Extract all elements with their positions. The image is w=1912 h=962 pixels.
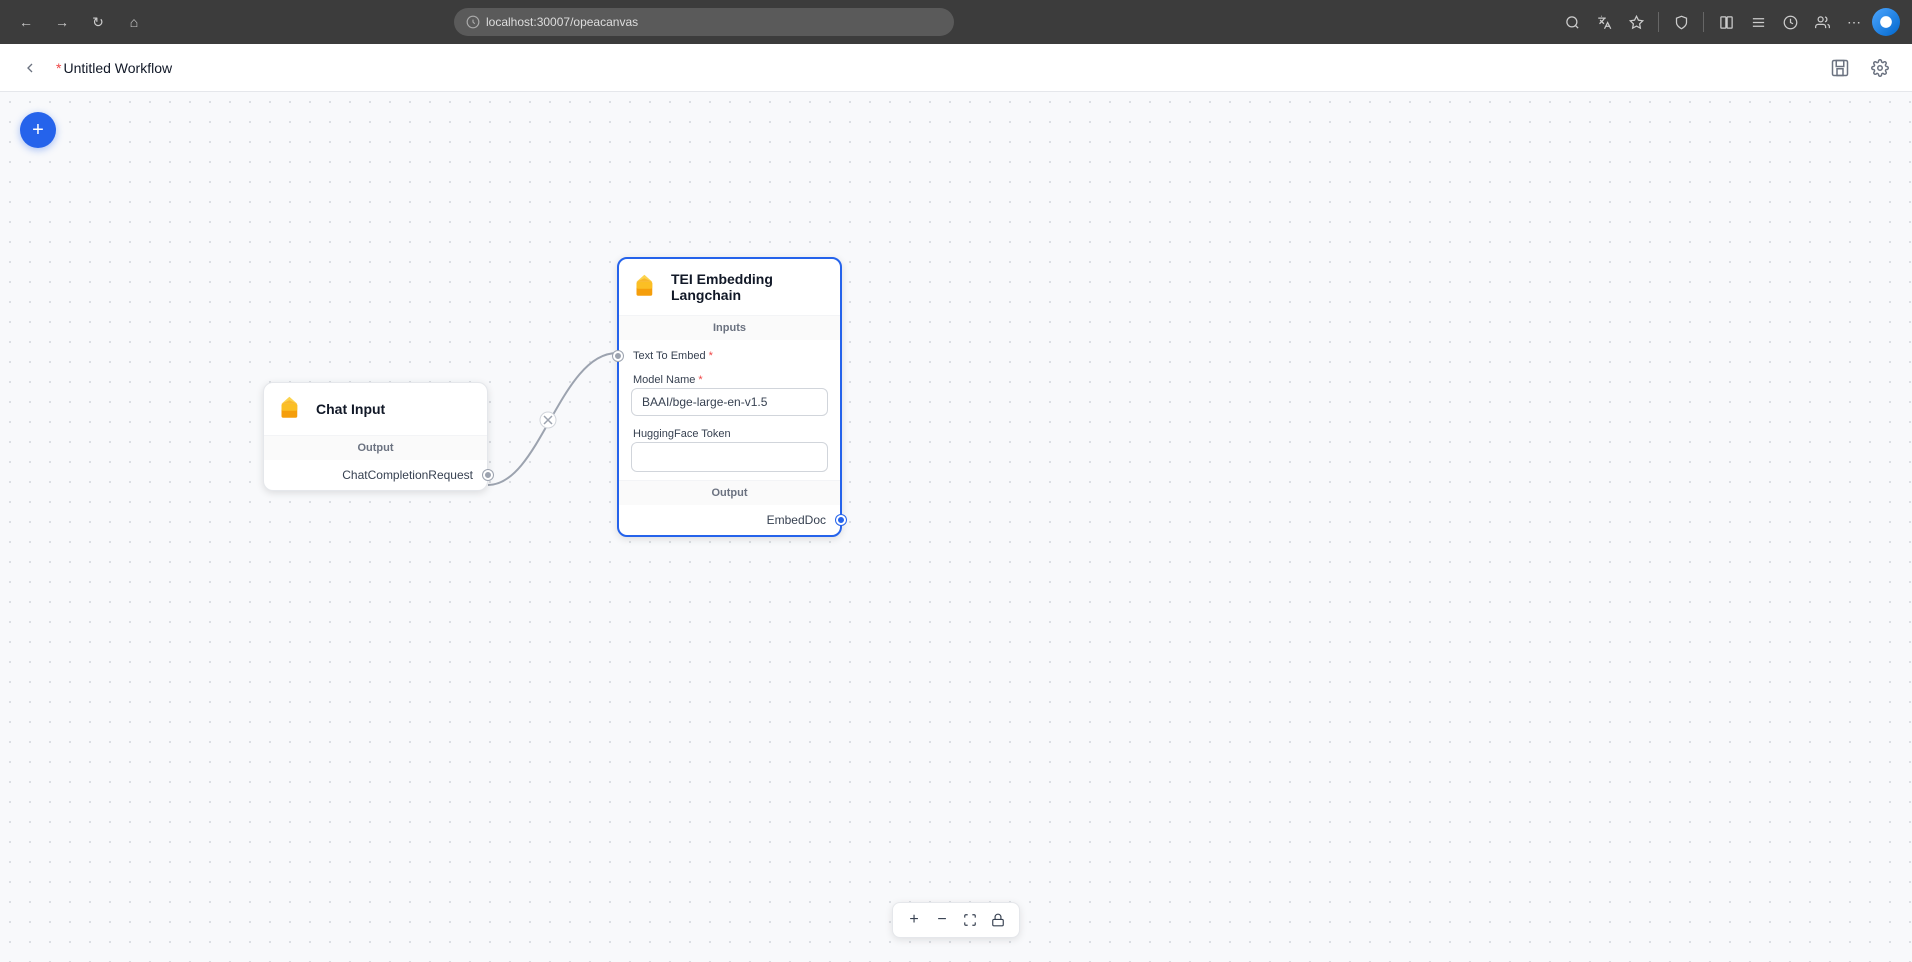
- lock-button[interactable]: [985, 907, 1011, 933]
- more-button[interactable]: ⋯: [1840, 8, 1868, 36]
- translate-button[interactable]: [1590, 8, 1618, 36]
- chat-completion-port-row: ChatCompletionRequest: [264, 460, 487, 490]
- tei-embedding-node[interactable]: TEI Embedding Langchain Inputs Text To E…: [617, 257, 842, 537]
- huggingface-token-label: HuggingFace Token: [619, 424, 840, 442]
- nav-home-button[interactable]: ⌂: [120, 8, 148, 36]
- huggingface-token-input[interactable]: [631, 442, 828, 472]
- save-button[interactable]: [1824, 52, 1856, 84]
- url-text: localhost:30007/opeacanvas: [486, 15, 638, 29]
- embed-doc-port-row: EmbedDoc: [619, 505, 840, 535]
- settings-button[interactable]: [1864, 52, 1896, 84]
- tei-embedding-icon: [633, 273, 661, 301]
- title-asterisk: *: [56, 60, 61, 76]
- zoom-in-button[interactable]: +: [901, 907, 927, 933]
- nav-forward-button[interactable]: →: [48, 8, 76, 36]
- text-to-embed-input-port[interactable]: [613, 351, 623, 361]
- back-button[interactable]: [16, 54, 44, 82]
- shield-button[interactable]: [1667, 8, 1695, 36]
- chat-input-title: Chat Input: [316, 401, 385, 417]
- canvas[interactable]: + Chat Input Output ChatCompletionReques…: [0, 92, 1912, 962]
- text-to-embed-label: Text To Embed *: [633, 350, 713, 362]
- text-to-embed-required: *: [709, 350, 713, 362]
- tei-inputs-section: Inputs: [619, 315, 840, 340]
- split-view-button[interactable]: [1712, 8, 1740, 36]
- browser-chrome: ← → ↻ ⌂ localhost:30007/opeacanvas: [0, 0, 1912, 44]
- tei-embedding-title: TEI Embedding Langchain: [671, 271, 826, 303]
- divider-2: [1703, 12, 1704, 32]
- tei-embedding-header: TEI Embedding Langchain: [619, 259, 840, 315]
- collections-button[interactable]: [1808, 8, 1836, 36]
- workflow-title: *Untitled Workflow: [56, 60, 172, 76]
- fit-view-button[interactable]: [957, 907, 983, 933]
- nav-refresh-button[interactable]: ↻: [84, 8, 112, 36]
- zoom-out-button[interactable]: −: [929, 907, 955, 933]
- search-button[interactable]: [1558, 8, 1586, 36]
- tei-output-section: Output: [619, 480, 840, 505]
- chat-input-output-section: Output: [264, 435, 487, 460]
- header-actions: [1824, 52, 1896, 84]
- profile-icon[interactable]: [1872, 8, 1900, 36]
- zoom-controls: + −: [892, 902, 1020, 938]
- text-to-embed-row: Text To Embed *: [619, 340, 840, 370]
- chat-input-header: Chat Input: [264, 383, 487, 435]
- model-name-input[interactable]: BAAI/bge-large-en-v1.5: [631, 388, 828, 416]
- history-button[interactable]: [1776, 8, 1804, 36]
- connections-svg: [0, 92, 1912, 962]
- bookmark-button[interactable]: [1622, 8, 1650, 36]
- chat-input-node[interactable]: Chat Input Output ChatCompletionRequest: [263, 382, 488, 491]
- address-bar[interactable]: localhost:30007/opeacanvas: [454, 8, 954, 36]
- bookmarks-bar-button[interactable]: [1744, 8, 1772, 36]
- embed-doc-label: EmbedDoc: [767, 513, 826, 527]
- chat-completion-output-port[interactable]: [483, 470, 493, 480]
- embed-doc-output-port[interactable]: [836, 515, 846, 525]
- divider-1: [1658, 12, 1659, 32]
- add-node-button[interactable]: +: [20, 112, 56, 148]
- browser-actions: ⋯: [1558, 8, 1900, 36]
- model-name-label: Model Name *: [619, 370, 840, 388]
- chat-input-icon: [278, 395, 306, 423]
- app-header: *Untitled Workflow: [0, 44, 1912, 92]
- nav-back-button[interactable]: ←: [12, 8, 40, 36]
- chat-completion-label: ChatCompletionRequest: [342, 468, 473, 482]
- model-name-required: *: [698, 374, 702, 386]
